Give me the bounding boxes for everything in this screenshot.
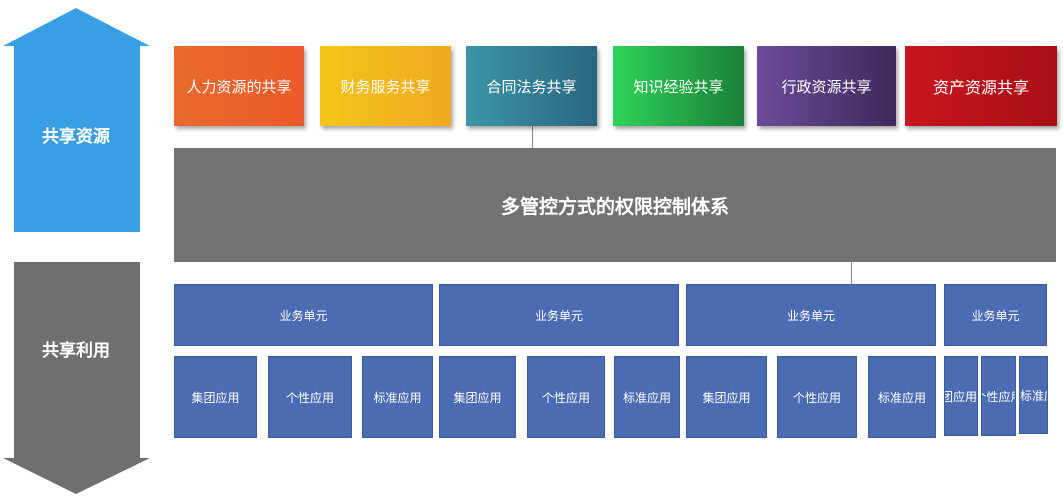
app-group: 集团应用 — [944, 356, 978, 436]
app-standard: 标准应用 — [868, 356, 936, 438]
resource-finance: 财务服务共享 — [320, 46, 451, 126]
app-custom: 个性应用 — [268, 356, 352, 438]
app-custom: 个性应用 — [777, 356, 857, 438]
resource-legal: 合同法务共享 — [466, 46, 597, 126]
resource-knowledge: 知识经验共享 — [613, 46, 744, 126]
app-custom: 个性应用 — [981, 356, 1016, 436]
app-group: 集团应用 — [439, 356, 516, 438]
permission-control-system: 多管控方式的权限控制体系 — [174, 148, 1056, 262]
business-unit: 业务单元 — [686, 284, 936, 346]
up-arrow-icon — [3, 8, 150, 232]
down-arrow-icon — [3, 262, 150, 494]
business-unit: 业务单元 — [439, 284, 679, 346]
business-unit: 业务单元 — [944, 284, 1047, 346]
connector-line — [532, 126, 533, 148]
app-group: 集团应用 — [174, 356, 257, 438]
resource-hr: 人力资源的共享 — [174, 46, 304, 126]
shared-resources-label: 共享资源 — [42, 127, 110, 147]
app-custom: 个性应用 — [527, 356, 605, 438]
business-unit: 业务单元 — [174, 284, 433, 346]
app-standard: 标准应用 — [1019, 356, 1048, 434]
connector-line — [851, 262, 852, 284]
resource-assets: 资产资源共享 — [905, 46, 1057, 126]
shared-utilization-label: 共享利用 — [42, 341, 110, 361]
app-standard: 标准应用 — [362, 356, 433, 438]
app-standard: 标准应用 — [614, 356, 680, 438]
app-group: 集团应用 — [686, 356, 767, 438]
resource-admin: 行政资源共享 — [757, 46, 896, 126]
